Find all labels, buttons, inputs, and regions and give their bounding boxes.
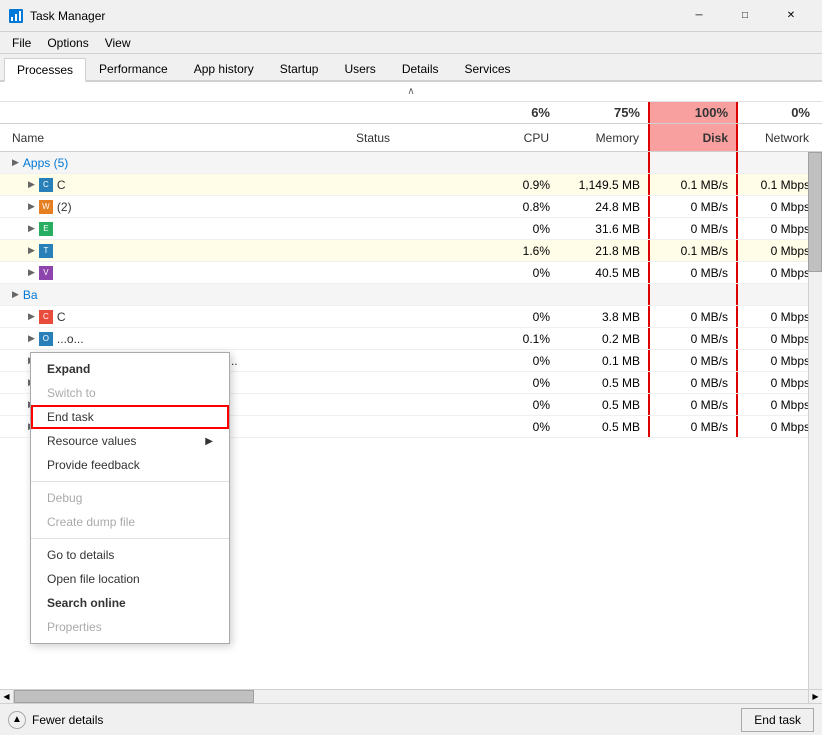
table-row[interactable]: ▶ E 0% 31.6 MB 0 MB/s 0 Mbps xyxy=(0,218,822,240)
proc-name: ▶ W (2) xyxy=(4,196,348,217)
header-cpu[interactable]: CPU xyxy=(478,124,558,151)
table-row[interactable]: ▶ O ...o... 0.1% 0.2 MB 0 MB/s 0 Mbps xyxy=(0,328,822,350)
proc-icon: W xyxy=(39,200,53,214)
scrollbar[interactable] xyxy=(808,152,822,689)
main-content: ∧ 6% 75% 100% 0% Name Status CPU Memory … xyxy=(0,82,822,703)
maximize-button[interactable]: □ xyxy=(722,0,768,32)
tab-services[interactable]: Services xyxy=(452,56,524,80)
title-bar-controls: ─ □ ✕ xyxy=(676,0,814,32)
window-title: Task Manager xyxy=(30,9,105,23)
section-header-bg[interactable]: ▶ Ba xyxy=(0,284,822,306)
proc-icon: O xyxy=(39,332,53,346)
header-memory[interactable]: Memory xyxy=(558,124,648,151)
fewer-details-label: Fewer details xyxy=(32,713,103,727)
tab-details[interactable]: Details xyxy=(389,56,452,80)
tab-users[interactable]: Users xyxy=(331,56,388,80)
menu-file[interactable]: File xyxy=(4,34,39,52)
fewer-details-icon: ▲ xyxy=(8,711,26,729)
sort-arrow-row: ∧ xyxy=(0,82,822,102)
ctx-resource-values[interactable]: Resource values ▶ xyxy=(31,429,229,453)
menu-bar: File Options View xyxy=(0,32,822,54)
header-disk[interactable]: Disk xyxy=(648,124,738,151)
h-scroll-right-btn[interactable]: ▶ xyxy=(808,690,822,704)
tab-app-history[interactable]: App history xyxy=(181,56,267,80)
proc-name: ▶ V xyxy=(4,262,348,283)
end-task-button[interactable]: End task xyxy=(741,708,814,732)
table-headers: Name Status CPU Memory Disk Network xyxy=(0,124,822,152)
proc-name: ▶ T xyxy=(4,240,348,261)
ctx-expand[interactable]: Expand xyxy=(31,357,229,381)
ctx-open-file-location[interactable]: Open file location xyxy=(31,567,229,591)
table-body: ▶ Apps (5) ▶ C C 0.9% 1,149.5 MB 0.1 MB/… xyxy=(0,152,822,689)
tab-bar: Processes Performance App history Startu… xyxy=(0,54,822,82)
ctx-debug[interactable]: Debug xyxy=(31,486,229,510)
ctx-switch-to[interactable]: Switch to xyxy=(31,381,229,405)
table-row[interactable]: ▶ T 1.6% 21.8 MB 0.1 MB/s 0 Mbps xyxy=(0,240,822,262)
proc-name: ▶ C C xyxy=(4,174,348,195)
ctx-search-online[interactable]: Search online xyxy=(31,591,229,615)
scroll-thumb[interactable] xyxy=(808,152,822,272)
app-icon xyxy=(8,8,24,24)
header-network[interactable]: Network xyxy=(738,124,818,151)
title-bar: Task Manager ─ □ ✕ xyxy=(0,0,822,32)
proc-icon: C xyxy=(39,310,53,324)
proc-name: ▶ O ...o... xyxy=(4,328,348,349)
ctx-separator-1 xyxy=(31,481,229,482)
proc-name: ▶ E xyxy=(4,218,348,239)
table-row[interactable]: ▶ V 0% 40.5 MB 0 MB/s 0 Mbps xyxy=(0,262,822,284)
h-scrollbar[interactable]: ◀ ▶ xyxy=(0,689,822,703)
table-row[interactable]: ▶ C C 0% 3.8 MB 0 MB/s 0 Mbps xyxy=(0,306,822,328)
submenu-arrow-icon: ▶ xyxy=(205,436,213,447)
table-row[interactable]: ▶ W (2) 0.8% 24.8 MB 0 MB/s 0 Mbps xyxy=(0,196,822,218)
footer: ▲ Fewer details End task xyxy=(0,703,822,735)
pct-cpu: 6% xyxy=(478,102,558,123)
section-header-apps[interactable]: ▶ Apps (5) xyxy=(0,152,822,174)
ctx-properties[interactable]: Properties xyxy=(31,615,229,639)
header-status[interactable]: Status xyxy=(348,124,478,151)
h-scroll-left-btn[interactable]: ◀ xyxy=(0,690,14,704)
pct-status-empty xyxy=(348,102,478,123)
bg-section-label: ▶ Ba xyxy=(4,284,348,305)
proc-icon: E xyxy=(39,222,53,236)
pct-network: 0% xyxy=(738,102,818,123)
pct-disk: 100% xyxy=(648,102,738,123)
header-name[interactable]: Name xyxy=(4,124,348,151)
proc-icon: C xyxy=(39,178,53,192)
ctx-go-to-details[interactable]: Go to details xyxy=(31,543,229,567)
ctx-end-task[interactable]: End task xyxy=(31,405,229,429)
tab-startup[interactable]: Startup xyxy=(267,56,332,80)
minimize-button[interactable]: ─ xyxy=(676,0,722,32)
proc-name: ▶ C C xyxy=(4,306,348,327)
h-scroll-thumb[interactable] xyxy=(14,690,254,703)
tab-processes[interactable]: Processes xyxy=(4,58,86,82)
tab-performance[interactable]: Performance xyxy=(86,56,181,80)
menu-view[interactable]: View xyxy=(97,34,139,52)
table-row[interactable]: ▶ C C 0.9% 1,149.5 MB 0.1 MB/s 0.1 Mbps xyxy=(0,174,822,196)
apps-section-label: ▶ Apps (5) xyxy=(4,152,348,173)
apps-expand-arrow: ▶ xyxy=(12,157,19,168)
ctx-create-dump-file[interactable]: Create dump file xyxy=(31,510,229,534)
h-scroll-track[interactable] xyxy=(14,690,808,703)
ctx-provide-feedback[interactable]: Provide feedback xyxy=(31,453,229,477)
proc-icon: T xyxy=(39,244,53,258)
close-button[interactable]: ✕ xyxy=(768,0,814,32)
pct-name-empty xyxy=(4,102,348,123)
fewer-details-btn[interactable]: ▲ Fewer details xyxy=(8,711,103,729)
ctx-separator-2 xyxy=(31,538,229,539)
menu-options[interactable]: Options xyxy=(39,34,96,52)
pct-row: 6% 75% 100% 0% xyxy=(0,102,822,124)
title-bar-left: Task Manager xyxy=(8,8,105,24)
pct-memory: 75% xyxy=(558,102,648,123)
proc-icon: V xyxy=(39,266,53,280)
context-menu: Expand Switch to End task Resource value… xyxy=(30,352,230,644)
sort-arrow-icon: ∧ xyxy=(407,86,414,97)
